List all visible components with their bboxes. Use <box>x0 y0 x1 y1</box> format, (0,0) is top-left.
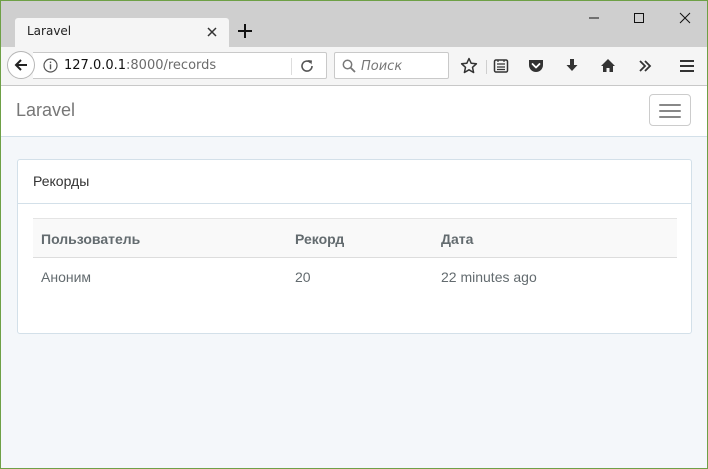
browser-tab[interactable]: Laravel <box>15 18 229 47</box>
address-bar[interactable]: 127.0.0.1:8000/records <box>33 52 327 79</box>
url-host: 127.0.0.1 <box>64 58 127 73</box>
app-navbar: Laravel <box>1 86 707 137</box>
maximize-icon[interactable] <box>630 9 648 27</box>
navbar-toggle-button[interactable] <box>649 94 691 126</box>
column-header-score: Рекорд <box>295 231 345 247</box>
browser-toolbar: 127.0.0.1:8000/records Поиск <box>1 47 707 86</box>
table-header: Пользователь Рекорд Дата <box>33 218 677 258</box>
toggle-bar <box>659 110 681 112</box>
info-icon[interactable] <box>43 58 58 73</box>
cell-date: 22 minutes ago <box>441 269 537 285</box>
toggle-bar <box>659 104 681 106</box>
brand-link[interactable]: Laravel <box>16 100 75 121</box>
back-arrow-icon <box>14 59 27 71</box>
browser-window: Laravel 127.0.0.1:8000/records Поиск Lar… <box>0 0 708 469</box>
minimize-icon[interactable] <box>585 9 603 27</box>
toggle-bar <box>659 116 681 118</box>
home-icon[interactable] <box>599 57 617 75</box>
column-header-user: Пользователь <box>41 231 141 247</box>
back-button[interactable] <box>7 51 35 79</box>
reload-icon[interactable] <box>299 58 315 74</box>
hamburger-menu-icon[interactable] <box>678 57 696 75</box>
records-panel: Рекорды Пользователь Рекорд Дата Аноним … <box>17 159 692 334</box>
page-viewport: Laravel Рекорды Пользователь Рекорд Дата… <box>1 86 707 468</box>
url-text[interactable]: 127.0.0.1:8000/records <box>64 58 216 73</box>
bookmark-star-icon[interactable] <box>460 57 478 75</box>
search-icon <box>342 58 356 73</box>
close-tab-icon[interactable] <box>205 25 219 39</box>
window-close-icon[interactable] <box>676 9 694 27</box>
column-header-date: Дата <box>441 231 474 247</box>
reader-list-icon[interactable] <box>492 57 510 75</box>
overflow-chevrons-icon[interactable] <box>636 57 654 75</box>
table-row: Аноним 20 22 minutes ago <box>33 258 677 296</box>
pocket-icon[interactable] <box>527 57 545 75</box>
cell-user: Аноним <box>41 269 92 285</box>
title-bar: Laravel <box>1 1 707 47</box>
download-icon[interactable] <box>563 57 581 75</box>
search-placeholder: Поиск <box>361 59 403 74</box>
cell-score: 20 <box>295 269 311 285</box>
panel-title: Рекорды <box>33 173 90 189</box>
url-path: :8000/records <box>126 58 217 73</box>
panel-heading: Рекорды <box>18 160 691 204</box>
toolbar-separator <box>486 60 487 74</box>
search-box[interactable]: Поиск <box>334 52 449 79</box>
new-tab-icon[interactable] <box>237 23 253 39</box>
tab-title: Laravel <box>27 24 72 38</box>
url-separator <box>291 58 292 75</box>
